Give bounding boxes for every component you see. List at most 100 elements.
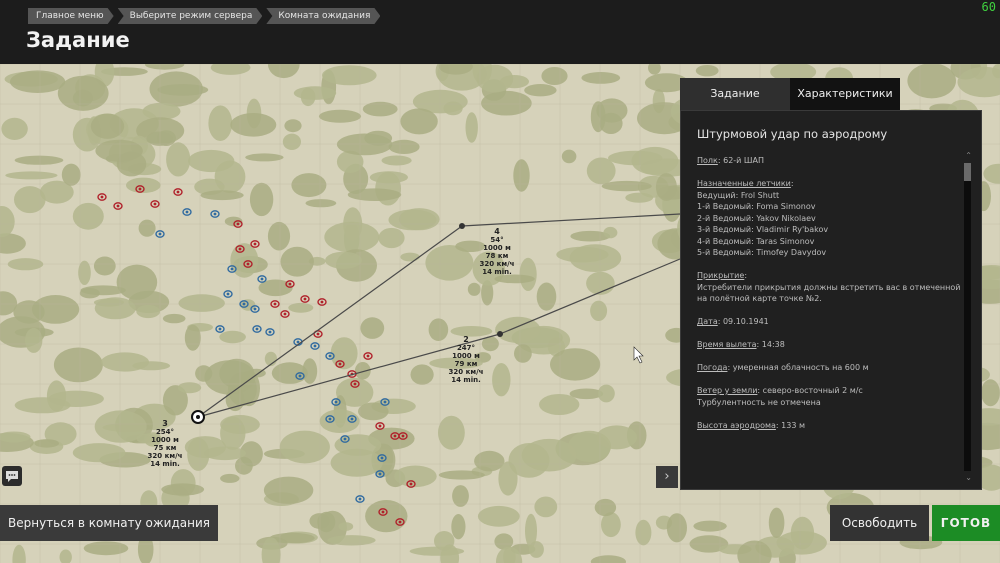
forest-patch [61, 163, 81, 186]
forest-patch [601, 180, 652, 192]
forest-patch [586, 271, 615, 295]
mission-title: Штурмовой удар по аэродрому [697, 127, 888, 141]
forest-patch [46, 380, 67, 412]
forest-patch [138, 219, 156, 237]
forest-patch [400, 252, 420, 262]
forest-patch [245, 153, 284, 162]
forest-patch [477, 505, 520, 527]
briefing-panel: Задание Характеристики Штурмовой удар по… [680, 78, 982, 490]
forest-patch [284, 119, 302, 133]
waypoint-time: 14 min. [150, 460, 180, 468]
forest-patch [528, 541, 544, 558]
forest-patch [410, 364, 434, 385]
forest-patch [369, 171, 408, 184]
forest-patch [519, 257, 537, 291]
forest-patch [94, 297, 136, 320]
altitude-label: Высота аэродрома [697, 420, 776, 430]
scroll-up-icon[interactable]: ⌃ [965, 151, 972, 160]
forest-patch [338, 522, 354, 531]
forest-patch [450, 326, 493, 337]
forest-patch [534, 496, 558, 518]
forest-patch [166, 142, 191, 177]
forest-patch [208, 105, 233, 141]
waypoint-number: 4 [494, 227, 500, 236]
enemy-unit-marker [257, 275, 267, 283]
forest-patch [220, 473, 240, 483]
forest-patch [95, 139, 143, 162]
forest-patch [293, 86, 337, 100]
forest-patch [162, 313, 186, 324]
waypoint-heading: 54° [490, 236, 504, 244]
friendly-unit-marker [150, 200, 160, 208]
breadcrumb-main-menu[interactable]: Главное меню [28, 8, 114, 24]
back-to-room-button[interactable]: Вернуться в комнату ожидания [0, 505, 218, 541]
briefing-tabs: Задание Характеристики [680, 78, 982, 110]
forest-patch [144, 64, 185, 70]
forest-patch [508, 443, 550, 478]
breadcrumb-server-mode[interactable]: Выберите режим сервера [118, 8, 263, 24]
forest-patch [776, 531, 827, 555]
forest-patch [465, 112, 478, 143]
ready-button[interactable]: ГОТОВ [932, 505, 1000, 541]
forest-patch [983, 163, 1000, 184]
forest-patch [590, 300, 608, 321]
forest-patch [318, 109, 362, 123]
forest-patch [438, 415, 465, 450]
forest-patch [184, 324, 201, 351]
departure-section: Время вылета: 14:38 [697, 340, 785, 349]
forest-patch [93, 256, 116, 276]
chevron-right-icon[interactable]: › [656, 466, 678, 488]
forest-patch [325, 251, 363, 269]
breadcrumb-waiting-room[interactable]: Комната ожидания [266, 8, 380, 24]
waypoint-number: 3 [162, 419, 168, 428]
forest-patch [249, 182, 274, 217]
forest-patch [492, 363, 511, 397]
waypoint-distance: 75 км [153, 444, 177, 452]
forest-patch [90, 113, 125, 139]
forest-patch [541, 67, 568, 85]
forest-patch [267, 221, 291, 251]
airfield-icon[interactable] [191, 410, 205, 424]
free-slot-button[interactable]: Освободить [830, 505, 929, 541]
date-label: Дата [697, 317, 718, 326]
forest-patch [347, 188, 402, 201]
chat-icon[interactable] [2, 466, 22, 486]
forest-patch [981, 379, 1000, 407]
pilot-item: 5-й Ведомый: Timofey Davydov [697, 248, 827, 257]
forest-patch [161, 483, 205, 496]
tab-task[interactable]: Задание [680, 78, 790, 110]
waypoint-altitude: 1000 м [452, 352, 480, 360]
forest-patch [693, 520, 727, 532]
forest-patch [365, 500, 408, 533]
enemy-unit-marker [223, 290, 233, 298]
waypoint-label-4: 4 54° 1000 м 78 км 320 км/ч 14 min. [474, 227, 520, 277]
forest-patch [586, 157, 616, 185]
forest-patch [101, 352, 149, 372]
scrollbar[interactable] [964, 163, 971, 471]
fps-counter: 60 [981, 0, 996, 14]
forest-patch [451, 514, 466, 540]
forest-patch [31, 295, 80, 324]
briefing-text[interactable]: Полк: 62-й ШАП Назначенные летчики: Веду… [697, 155, 961, 469]
waypoint-distance: 78 км [485, 252, 509, 260]
waypoint-speed: 320 км/ч [448, 368, 484, 376]
forest-patch [288, 302, 314, 313]
forest-patch [336, 133, 393, 156]
forest-patch [569, 244, 622, 272]
forest-patch [536, 282, 557, 311]
pilot-item: 1-й Ведомый: Foma Simonov [697, 202, 816, 211]
enemy-unit-marker [182, 208, 192, 216]
forest-patch [409, 546, 465, 556]
tab-characteristics[interactable]: Характеристики [790, 78, 900, 110]
forest-patch [695, 65, 719, 77]
forest-patch [513, 159, 530, 192]
forest-patch [324, 221, 380, 253]
scrollbar-thumb[interactable] [964, 163, 971, 181]
regiment-value: 62-й ШАП [723, 156, 764, 165]
friendly-unit-marker [173, 188, 183, 196]
forest-patch [388, 139, 420, 154]
altitude-section: Высота аэродрома: 133 м [697, 420, 806, 430]
forest-patch [330, 448, 383, 477]
scroll-down-icon[interactable]: ⌄ [965, 473, 972, 482]
forest-patch [474, 450, 505, 472]
